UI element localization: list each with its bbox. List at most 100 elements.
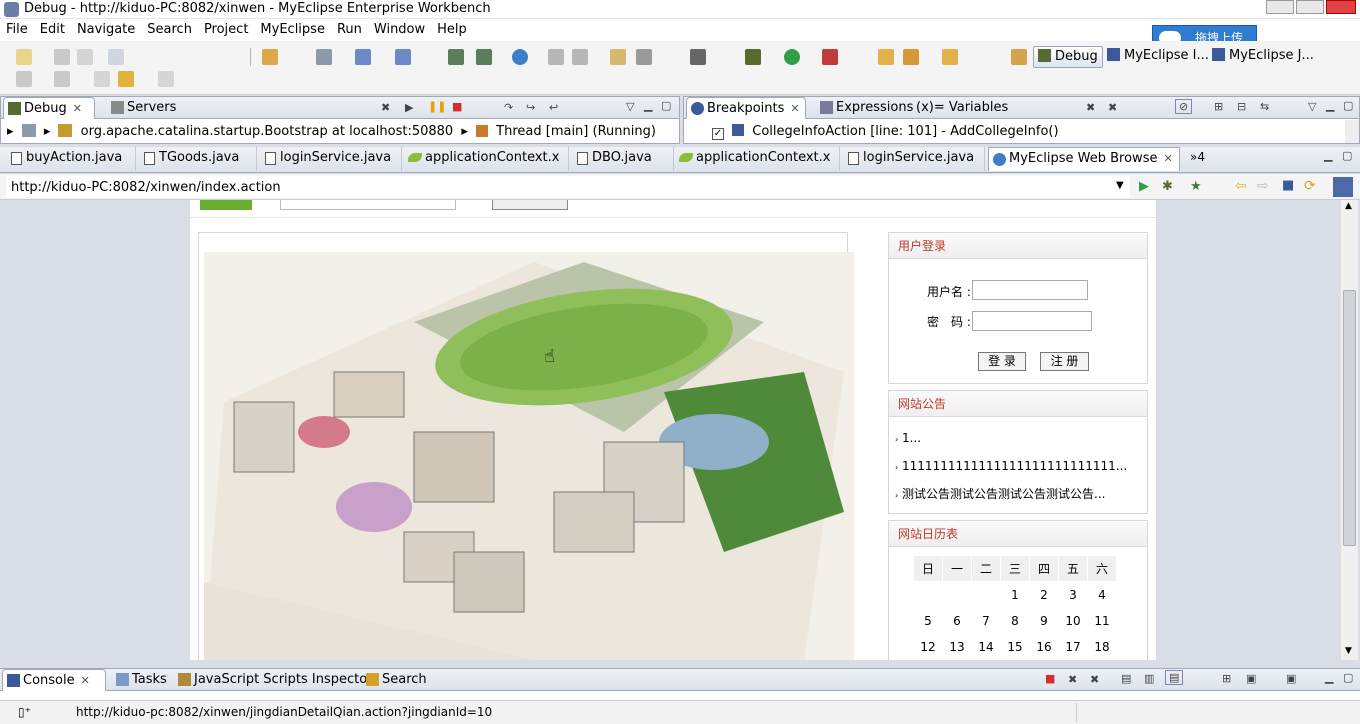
minimize-editor-icon[interactable]: ▁ xyxy=(1324,149,1332,162)
tab-tasks[interactable]: Tasks xyxy=(112,669,172,691)
expand-all-icon[interactable]: ⊞ xyxy=(1214,100,1223,113)
expand-arrow-icon[interactable]: ▸ xyxy=(461,124,468,139)
new-console-icon[interactable]: ▣ xyxy=(1286,672,1296,685)
last-edit-icon[interactable] xyxy=(94,71,110,87)
close-button[interactable] xyxy=(1326,0,1356,14)
server-icon[interactable] xyxy=(316,49,332,65)
search-button-fragment[interactable] xyxy=(492,200,568,210)
link-icon[interactable]: ⇆ xyxy=(1260,100,1269,113)
terminate-icon[interactable]: ■ xyxy=(452,100,462,113)
scroll-thumb[interactable] xyxy=(1343,290,1356,546)
tab-js-inspector[interactable]: JavaScript Scripts Inspector xyxy=(174,669,373,691)
calendar-day[interactable]: 18 xyxy=(1088,634,1117,660)
step-return-icon[interactable]: ↩ xyxy=(549,101,558,114)
close-icon[interactable]: ✕ xyxy=(73,102,82,115)
skip-breakpoints-icon[interactable]: ⊘ xyxy=(1175,99,1193,114)
notice-item[interactable]: › 测试公告测试公告测试公告测试公告... xyxy=(895,485,1105,502)
lock-icon[interactable] xyxy=(636,49,652,65)
tab-servers[interactable]: Servers xyxy=(107,97,187,119)
deploy-icon[interactable] xyxy=(355,49,371,65)
calendar-day[interactable]: 12 xyxy=(914,634,943,660)
editor-tab-tgoods[interactable]: TGoods.java xyxy=(139,147,257,171)
step-over-icon[interactable]: ↪ xyxy=(526,101,535,114)
perspective-debug[interactable]: Debug xyxy=(1033,46,1103,68)
calendar-day[interactable]: 1 xyxy=(1001,582,1030,608)
view-menu-icon[interactable]: ▽ xyxy=(626,100,634,113)
menu-file[interactable]: File xyxy=(0,19,34,40)
browser-settings-icon[interactable] xyxy=(1333,177,1353,197)
remove-launch-icon[interactable]: ✖ xyxy=(1068,673,1077,686)
view-menu-icon[interactable]: ▽ xyxy=(1308,100,1316,113)
calendar-day[interactable]: 14 xyxy=(972,634,1001,660)
step-into-icon[interactable]: ↷ xyxy=(504,101,513,114)
menu-help[interactable]: Help xyxy=(431,19,473,40)
back-arrow-icon[interactable] xyxy=(118,71,134,87)
calendar-day[interactable]: 2 xyxy=(1030,582,1059,608)
tab-debug[interactable]: Debug ✕ xyxy=(3,97,95,119)
fast-view-icon[interactable]: ▯⁺ xyxy=(18,705,31,719)
minimize-view-icon[interactable]: ▁ xyxy=(1325,671,1333,684)
stop-icon[interactable]: ■ xyxy=(1282,178,1294,193)
editor-tab-applicationcontext-2[interactable]: applicationContext.x xyxy=(676,147,840,171)
maximize-button[interactable] xyxy=(1296,0,1324,14)
menu-window[interactable]: Window xyxy=(368,19,431,40)
editor-tab-applicationcontext[interactable]: applicationContext.x xyxy=(405,147,569,171)
hierarchy-icon[interactable] xyxy=(448,49,464,65)
perspective-myeclipse-ide[interactable]: MyEclipse I... xyxy=(1103,46,1213,68)
remove-breakpoint-icon[interactable]: ✖ xyxy=(1086,101,1095,114)
camera-icon[interactable] xyxy=(690,49,706,65)
menu-search[interactable]: Search xyxy=(141,19,198,40)
register-button[interactable]: 注 册 xyxy=(1040,352,1089,371)
remove-all-icon[interactable]: ✖ xyxy=(1108,101,1117,114)
browser-tools-icon[interactable]: ★ xyxy=(1190,179,1202,194)
pin-console-icon[interactable]: ⊞ xyxy=(1222,672,1231,685)
editor-tab-loginservice-2[interactable]: loginService.java xyxy=(843,147,985,171)
search-field-fragment[interactable] xyxy=(280,200,456,210)
open-perspective-icon[interactable] xyxy=(1011,49,1027,65)
go-icon[interactable]: ▶ xyxy=(1139,179,1149,194)
tab-expressions[interactable]: Expressions xyxy=(816,97,913,119)
globe-toolbar-icon[interactable] xyxy=(512,49,528,65)
prev-annotation-icon[interactable] xyxy=(54,71,70,87)
maximize-view-icon[interactable]: ▢ xyxy=(1343,99,1353,112)
maximize-view-icon[interactable]: ▢ xyxy=(661,99,671,112)
calendar-day[interactable]: 11 xyxy=(1088,608,1117,634)
password-input[interactable] xyxy=(972,311,1092,331)
url-input[interactable] xyxy=(6,176,1130,198)
forward-icon[interactable]: ⇨ xyxy=(1257,178,1269,194)
wand-icon[interactable] xyxy=(903,49,919,65)
package-icon[interactable] xyxy=(610,49,626,65)
calendar-day[interactable]: 5 xyxy=(914,608,943,634)
resume-icon[interactable]: ▶ xyxy=(405,101,413,114)
clear-console-icon[interactable]: ▤ xyxy=(1121,672,1131,685)
new-web-project-icon[interactable] xyxy=(262,49,278,65)
tab-console[interactable]: Console ✕ xyxy=(2,669,106,691)
tools2-icon[interactable] xyxy=(572,49,588,65)
close-icon[interactable]: ✕ xyxy=(1163,152,1172,165)
username-input[interactable] xyxy=(972,280,1088,300)
thread-node[interactable]: Thread [main] (Running) xyxy=(496,124,656,139)
binary-icon[interactable] xyxy=(108,49,124,65)
debug-browser-icon[interactable]: ✱ xyxy=(1162,179,1173,194)
print-icon[interactable] xyxy=(77,49,93,65)
back-icon[interactable]: ⇦ xyxy=(1235,178,1247,194)
tools-icon[interactable] xyxy=(548,49,564,65)
maximize-view-icon[interactable]: ▢ xyxy=(1343,671,1353,684)
tab-search[interactable]: Search xyxy=(362,669,428,691)
open-type-icon[interactable] xyxy=(476,49,492,65)
calendar-day[interactable] xyxy=(943,582,972,608)
calendar-day[interactable]: 7 xyxy=(972,608,1001,634)
minimize-button[interactable] xyxy=(1266,0,1294,14)
scroll-up-icon[interactable]: ▲ xyxy=(1345,201,1352,211)
calendar-day[interactable]: 16 xyxy=(1030,634,1059,660)
bootstrap-node[interactable]: org.apache.catalina.startup.Bootstrap at… xyxy=(81,124,454,139)
tab-breakpoints[interactable]: Breakpoints ✕ xyxy=(686,97,806,119)
close-icon[interactable]: ✕ xyxy=(790,102,799,115)
menu-navigate[interactable]: Navigate xyxy=(71,19,141,40)
campus-image[interactable]: ☝ xyxy=(204,252,854,660)
calendar-day[interactable]: 9 xyxy=(1030,608,1059,634)
remove-terminated-icon[interactable]: ✖ xyxy=(381,101,390,114)
url-dropdown-icon[interactable]: ▼ xyxy=(1116,180,1124,191)
minimize-view-icon[interactable]: ▁ xyxy=(1326,99,1334,112)
new-icon[interactable] xyxy=(16,49,32,65)
